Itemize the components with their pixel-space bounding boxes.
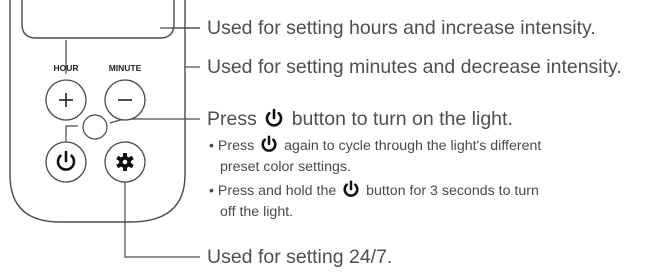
hour-label: HOUR xyxy=(53,63,78,73)
power-callout-prefix: Press xyxy=(207,108,257,130)
note2-line2: off the light. xyxy=(220,204,294,220)
power-callout-suffix: button to turn on the light. xyxy=(291,108,513,130)
remote-outline xyxy=(9,0,186,223)
power-icon xyxy=(343,180,359,197)
settings-button[interactable] xyxy=(104,141,146,183)
minute-label: MINUTE xyxy=(109,63,142,73)
power-button[interactable] xyxy=(45,141,87,183)
minute-minus-button[interactable] xyxy=(104,79,146,121)
power-callout: Press button to turn on the light. xyxy=(207,108,513,131)
hours-callout: Used for setting hours and increase inte… xyxy=(207,17,596,39)
settings-callout: Used for setting 24/7. xyxy=(207,246,393,268)
display-window xyxy=(21,0,175,39)
minutes-callout: Used for setting minutes and decrease in… xyxy=(207,56,622,78)
note1-prefix: Press xyxy=(217,138,255,154)
power-icon xyxy=(266,108,283,127)
note2-prefix: Press and hold the xyxy=(217,183,337,199)
power-note-2: • Press and hold the button for 3 second… xyxy=(209,180,539,223)
sensor-circle xyxy=(82,114,108,140)
bullet: • xyxy=(209,138,214,154)
power-leader-line xyxy=(65,118,200,143)
note2-suffix: button for 3 seconds to turn xyxy=(366,183,539,199)
hour-plus-button[interactable] xyxy=(45,79,87,121)
note1-suffix: again to cycle through the light's diffe… xyxy=(284,138,542,154)
power-icon xyxy=(261,135,277,152)
note1-line2: preset color settings. xyxy=(220,159,351,175)
bullet: • xyxy=(209,183,214,199)
power-note-1: • Press again to cycle through the light… xyxy=(209,135,541,178)
